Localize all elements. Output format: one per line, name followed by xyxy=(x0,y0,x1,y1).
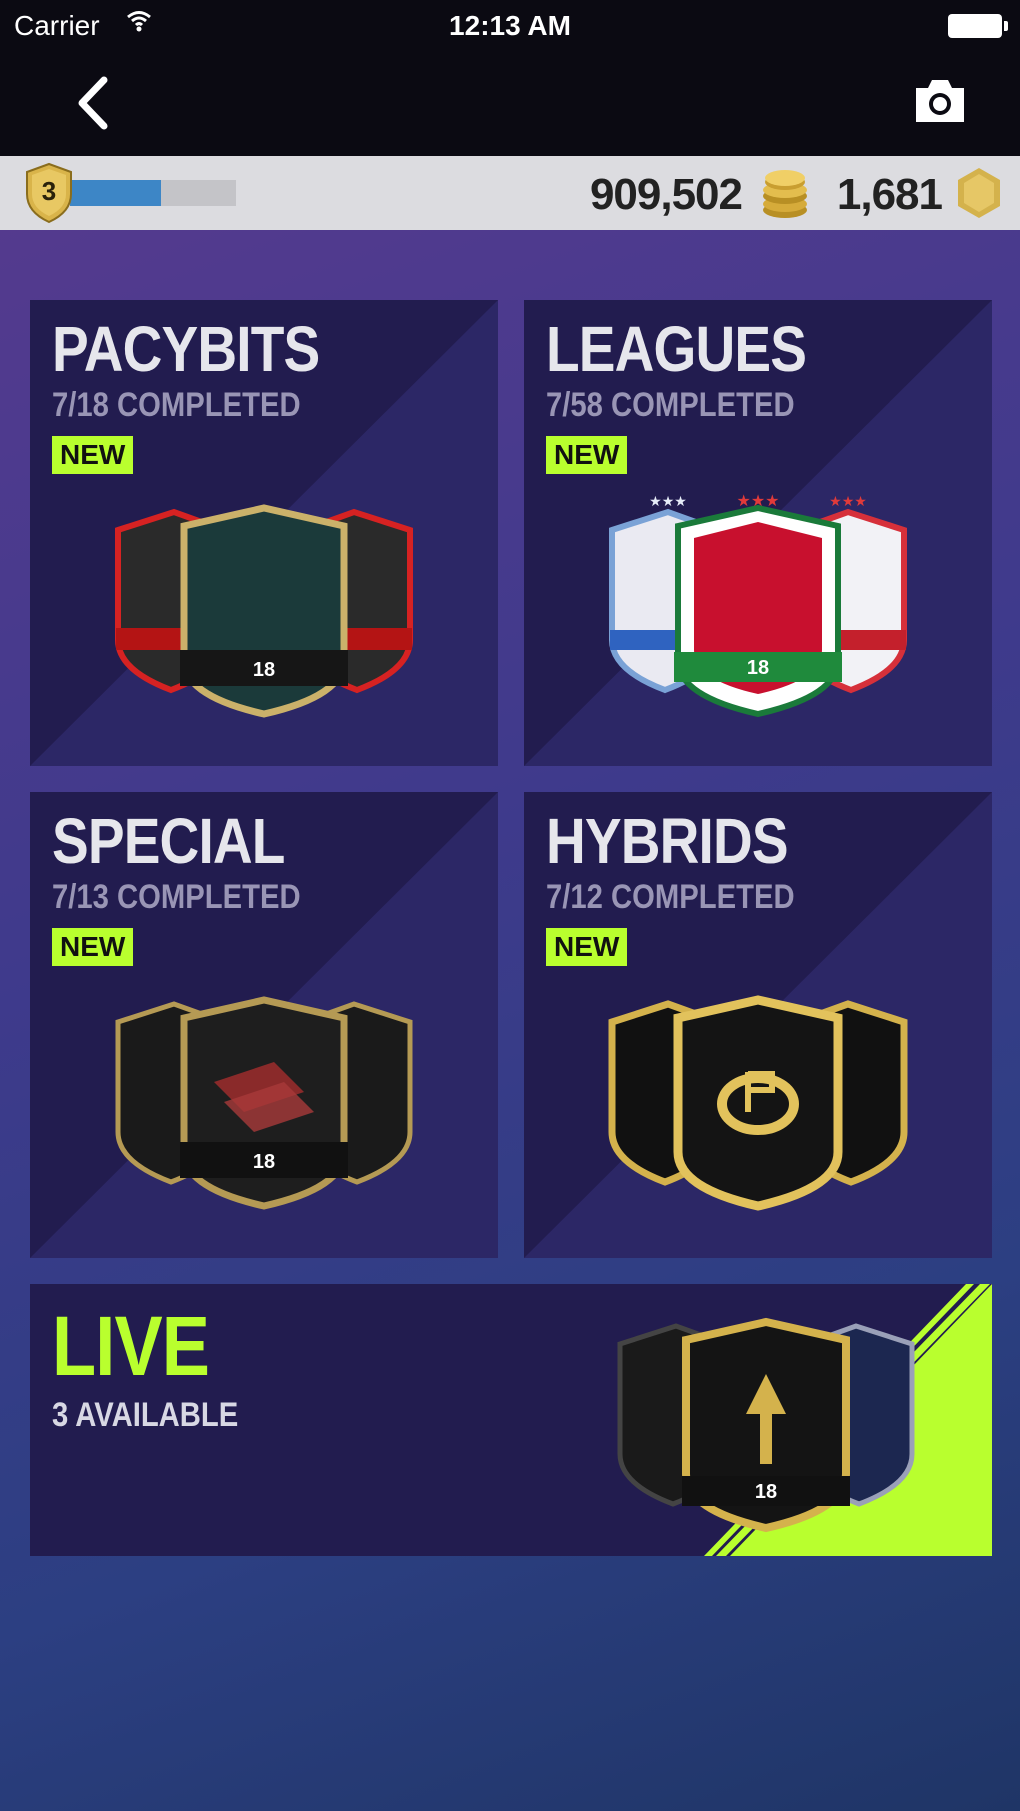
svg-text:★★★: ★★★ xyxy=(649,494,687,510)
new-badge: NEW xyxy=(52,928,134,966)
xp-progress-fill xyxy=(70,180,162,206)
level-number: 3 xyxy=(41,176,57,206)
xp-progress-bar xyxy=(70,180,236,206)
currency-bar: 3 909,502 1,681 xyxy=(0,156,1020,230)
new-badge: NEW xyxy=(546,928,628,966)
card-available-count: 3 AVAILABLE xyxy=(52,1396,239,1434)
card-hybrids[interactable]: HYBRIDS 7/12 COMPLETED NEW xyxy=(524,792,992,1258)
shield-text: 18 xyxy=(253,659,275,681)
card-progress: 7/12 COMPLETED xyxy=(546,878,795,916)
card-pacybits[interactable]: PACYBITS 7/18 COMPLETED NEW 18 xyxy=(30,300,498,766)
svg-text:★★★: ★★★ xyxy=(736,491,779,510)
leagues-shields-icon: 18 ★★★ ★★★ ★★★ xyxy=(609,491,907,718)
new-badge: NEW xyxy=(52,436,134,474)
live-shields-icon: 18 xyxy=(617,1317,915,1533)
chevron-left-icon[interactable] xyxy=(70,74,118,132)
new-badge: NEW xyxy=(546,436,628,474)
card-title: LEAGUES xyxy=(546,313,807,385)
shield-text: 18 xyxy=(755,1481,777,1503)
card-special[interactable]: SPECIAL 7/13 COMPLETED NEW 18 xyxy=(30,792,498,1258)
points-hexagon-icon xyxy=(958,168,1000,218)
coins-balance: 909,502 xyxy=(589,170,743,219)
shield-text: 18 xyxy=(253,1151,275,1173)
clock: 12:13 AM xyxy=(449,10,571,41)
card-progress: 7/58 COMPLETED xyxy=(546,386,795,424)
card-leagues[interactable]: LEAGUES 7/58 COMPLETED NEW 18 ★★★ ★★★ ★★… xyxy=(524,300,992,766)
points-balance: 1,681 xyxy=(836,170,943,219)
card-progress: 7/13 COMPLETED xyxy=(52,878,301,916)
hybrids-shields-icon xyxy=(608,995,908,1211)
card-title: PACYBITS xyxy=(52,313,320,385)
card-title: SPECIAL xyxy=(52,805,285,877)
battery-icon xyxy=(948,14,1008,38)
card-title: LIVE xyxy=(52,1299,210,1393)
card-progress: 7/18 COMPLETED xyxy=(52,386,301,424)
special-shields-icon: 18 xyxy=(115,996,413,1210)
coins-icon xyxy=(763,170,807,218)
level-badge: 3 xyxy=(24,162,74,224)
svg-text:★★★: ★★★ xyxy=(829,494,867,510)
card-title: HYBRIDS xyxy=(546,805,789,877)
nav-bar xyxy=(0,52,1020,156)
camera-icon[interactable] xyxy=(912,76,968,126)
shield-text: 18 xyxy=(747,657,769,679)
card-live[interactable]: LIVE 3 AVAILABLE 18 xyxy=(30,1284,992,1556)
status-bar: Carrier 12:13 AM xyxy=(0,0,1020,52)
pacybits-shields-icon: 18 xyxy=(115,504,413,718)
